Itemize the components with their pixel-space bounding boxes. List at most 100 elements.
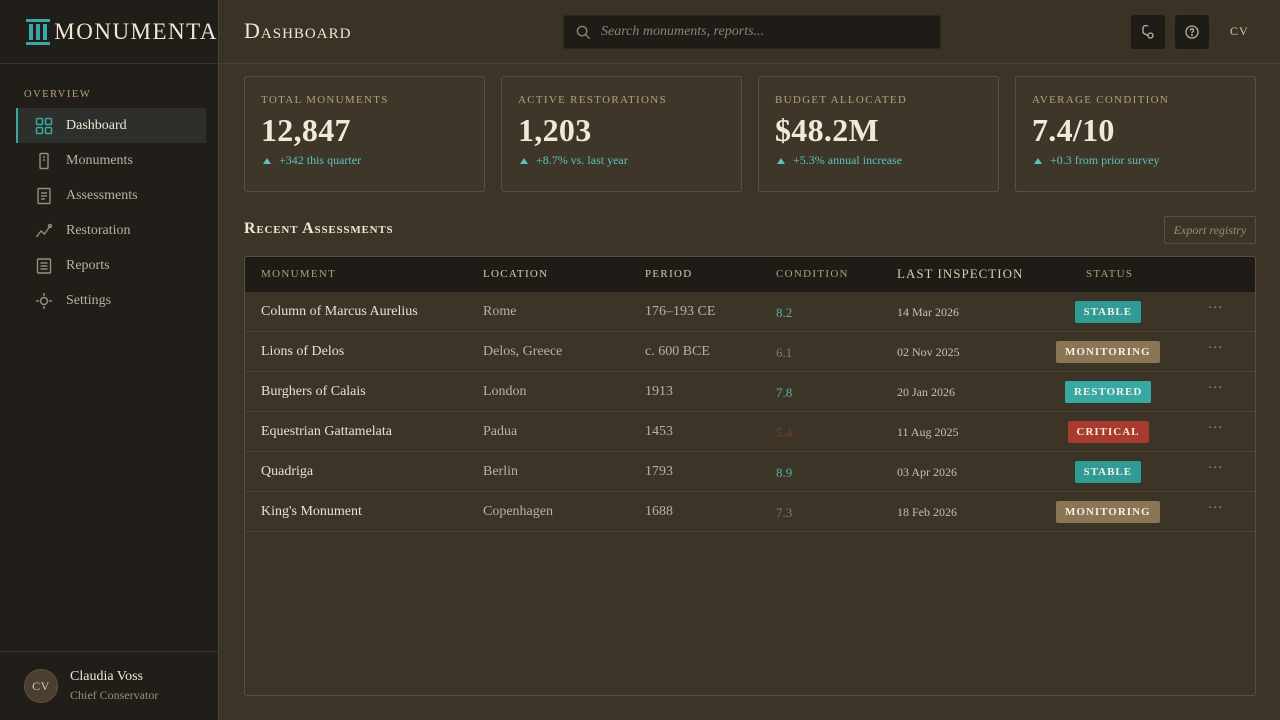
search-box[interactable] [563, 15, 941, 49]
table-row[interactable]: Equestrian Gattamelata Padua 1453 5.4 11 Aug… [245, 412, 1255, 452]
user-profile[interactable]: CV Claudia Voss Chief Conservator [0, 651, 218, 720]
stat-card-average-condition: Average Condition 7.4/10 +0.3 from prior… [1015, 76, 1256, 192]
trend-up-icon [263, 157, 271, 164]
stat-card-total-monuments: Total Monuments 12,847 +342 this quarter [244, 76, 485, 192]
condition-score: 5.4 [776, 425, 793, 440]
table-row[interactable]: Lions of Delos Delos, Greece c. 600 BCE 6.1… [245, 332, 1255, 372]
export-registry-button[interactable]: Export registry [1164, 216, 1256, 244]
monument-name[interactable]: Quadriga [261, 464, 313, 480]
condition-score: 7.3 [776, 505, 793, 520]
help-button[interactable] [1175, 15, 1209, 49]
row-actions-button[interactable]: ··· [1208, 421, 1223, 436]
trend-icon [35, 222, 53, 240]
trend-up-icon [520, 157, 528, 164]
column-header-status[interactable]: Status [1086, 268, 1133, 280]
avatar: CV [24, 669, 58, 703]
monument-name[interactable]: Lions of Delos [261, 344, 344, 360]
status-badge: Critical [1067, 421, 1149, 443]
sidebar-item-label: Restoration [66, 222, 131, 238]
row-actions-button[interactable]: ··· [1208, 381, 1223, 396]
stat-label: Average Condition [1032, 94, 1170, 106]
stat-trend: +0.3 from prior survey [1032, 153, 1239, 168]
column-header-location[interactable]: Location [483, 268, 548, 280]
sidebar-item-label: Reports [66, 257, 110, 273]
sidebar-item-reports[interactable]: Reports [16, 248, 206, 283]
inspection-date: 03 Apr 2026 [897, 465, 957, 479]
help-icon [1185, 25, 1199, 39]
row-actions-button[interactable]: ··· [1208, 461, 1223, 476]
inspection-date: 02 Nov 2025 [897, 345, 960, 359]
sidebar-item-settings[interactable]: Settings [16, 283, 206, 318]
search-input[interactable] [601, 24, 931, 40]
stat-trend: +5.3% annual increase [775, 153, 982, 168]
stat-card-active-restorations: Active Restorations 1,203 +8.7% vs. last… [501, 76, 742, 192]
inspection-date: 20 Jan 2026 [897, 385, 955, 399]
sidebar: MONUMENTA Overview Dashboard Monuments A… [0, 0, 219, 720]
sidebar-item-dashboard[interactable]: Dashboard [16, 108, 206, 143]
monument-name[interactable]: King's Monument [261, 504, 362, 520]
trend-up-icon [1034, 157, 1042, 164]
monument-location: London [483, 384, 527, 399]
status-badge: Stable [1074, 301, 1142, 323]
monument-location: Delos, Greece [483, 344, 563, 359]
inspection-date: 14 Mar 2026 [897, 305, 959, 319]
notifications-button[interactable] [1131, 15, 1165, 49]
stat-label: Active Restorations [518, 94, 667, 106]
condition-score: 8.9 [776, 465, 793, 480]
table-row[interactable]: Burghers of Calais London 1913 7.8 20 Jan 20… [245, 372, 1255, 412]
monument-period: 1913 [645, 384, 673, 399]
monument-icon [35, 152, 53, 170]
column-header-last-inspection[interactable]: Last Inspection [897, 266, 1023, 282]
nav-section-label: Overview [24, 89, 92, 100]
table-row[interactable]: Quadriga Berlin 1793 8.9 03 Apr 2026 Stable ··… [245, 452, 1255, 492]
condition-score: 6.1 [776, 345, 793, 360]
table-row[interactable]: Column of Marcus Aurelius Rome 176–193 CE 8… [245, 292, 1255, 332]
page-title: Dashboard [244, 18, 352, 43]
sidebar-item-assessments[interactable]: Assessments [16, 178, 206, 213]
column-header-monument[interactable]: Monument [261, 268, 336, 280]
stat-label: Total Monuments [261, 94, 389, 106]
report-icon [35, 257, 53, 275]
column-logo-icon [26, 18, 50, 45]
stat-trend: +8.7% vs. last year [518, 153, 725, 168]
monument-period: 1453 [645, 424, 673, 439]
status-badge: Monitoring [1056, 501, 1160, 523]
column-header-period[interactable]: Period [645, 268, 693, 280]
monument-name[interactable]: Equestrian Gattamelata [261, 424, 392, 440]
row-actions-button[interactable]: ··· [1208, 501, 1223, 516]
sidebar-item-restoration[interactable]: Restoration [16, 213, 206, 248]
sidebar-item-monuments[interactable]: Monuments [16, 143, 206, 178]
monument-location: Berlin [483, 464, 518, 479]
trend-up-icon [777, 157, 785, 164]
section-title: Recent Assessments [244, 220, 394, 237]
stat-value: 1,203 [518, 112, 592, 148]
brand[interactable]: MONUMENTA [0, 0, 218, 64]
column-header-condition[interactable]: Condition [776, 268, 849, 280]
monument-name[interactable]: Burghers of Calais [261, 384, 366, 400]
user-name: Claudia Voss [70, 669, 143, 684]
user-role: Chief Conservator [70, 688, 159, 702]
sidebar-item-label: Dashboard [66, 117, 127, 133]
sidebar-item-label: Assessments [66, 187, 138, 203]
user-menu[interactable]: CV [1230, 24, 1249, 39]
sidebar-item-label: Settings [66, 292, 112, 308]
row-actions-button[interactable]: ··· [1208, 341, 1223, 356]
brand-name: MONUMENTA [54, 18, 218, 44]
inspection-date: 11 Aug 2025 [897, 425, 959, 439]
assessments-table: Monument Location Period Condition Last … [244, 256, 1256, 696]
table-row[interactable]: King's Monument Copenhagen 1688 7.3 18 Feb 2… [245, 492, 1255, 532]
monument-period: 1793 [645, 464, 673, 479]
table-header: Monument Location Period Condition Last … [245, 257, 1255, 292]
stat-value: 7.4/10 [1032, 112, 1115, 148]
status-badge: Stable [1074, 461, 1142, 483]
sidebar-item-label: Monuments [66, 152, 133, 168]
status-badge: Restored [1065, 381, 1152, 403]
row-actions-button[interactable]: ··· [1208, 301, 1223, 316]
grid-icon [35, 117, 53, 135]
stat-value: $48.2M [775, 112, 880, 148]
monument-location: Copenhagen [483, 504, 553, 519]
stat-card-budget: Budget Allocated $48.2M +5.3% annual inc… [758, 76, 999, 192]
monument-period: c. 600 BCE [645, 344, 710, 359]
monument-name[interactable]: Column of Marcus Aurelius [261, 304, 418, 320]
monument-location: Padua [483, 424, 518, 439]
